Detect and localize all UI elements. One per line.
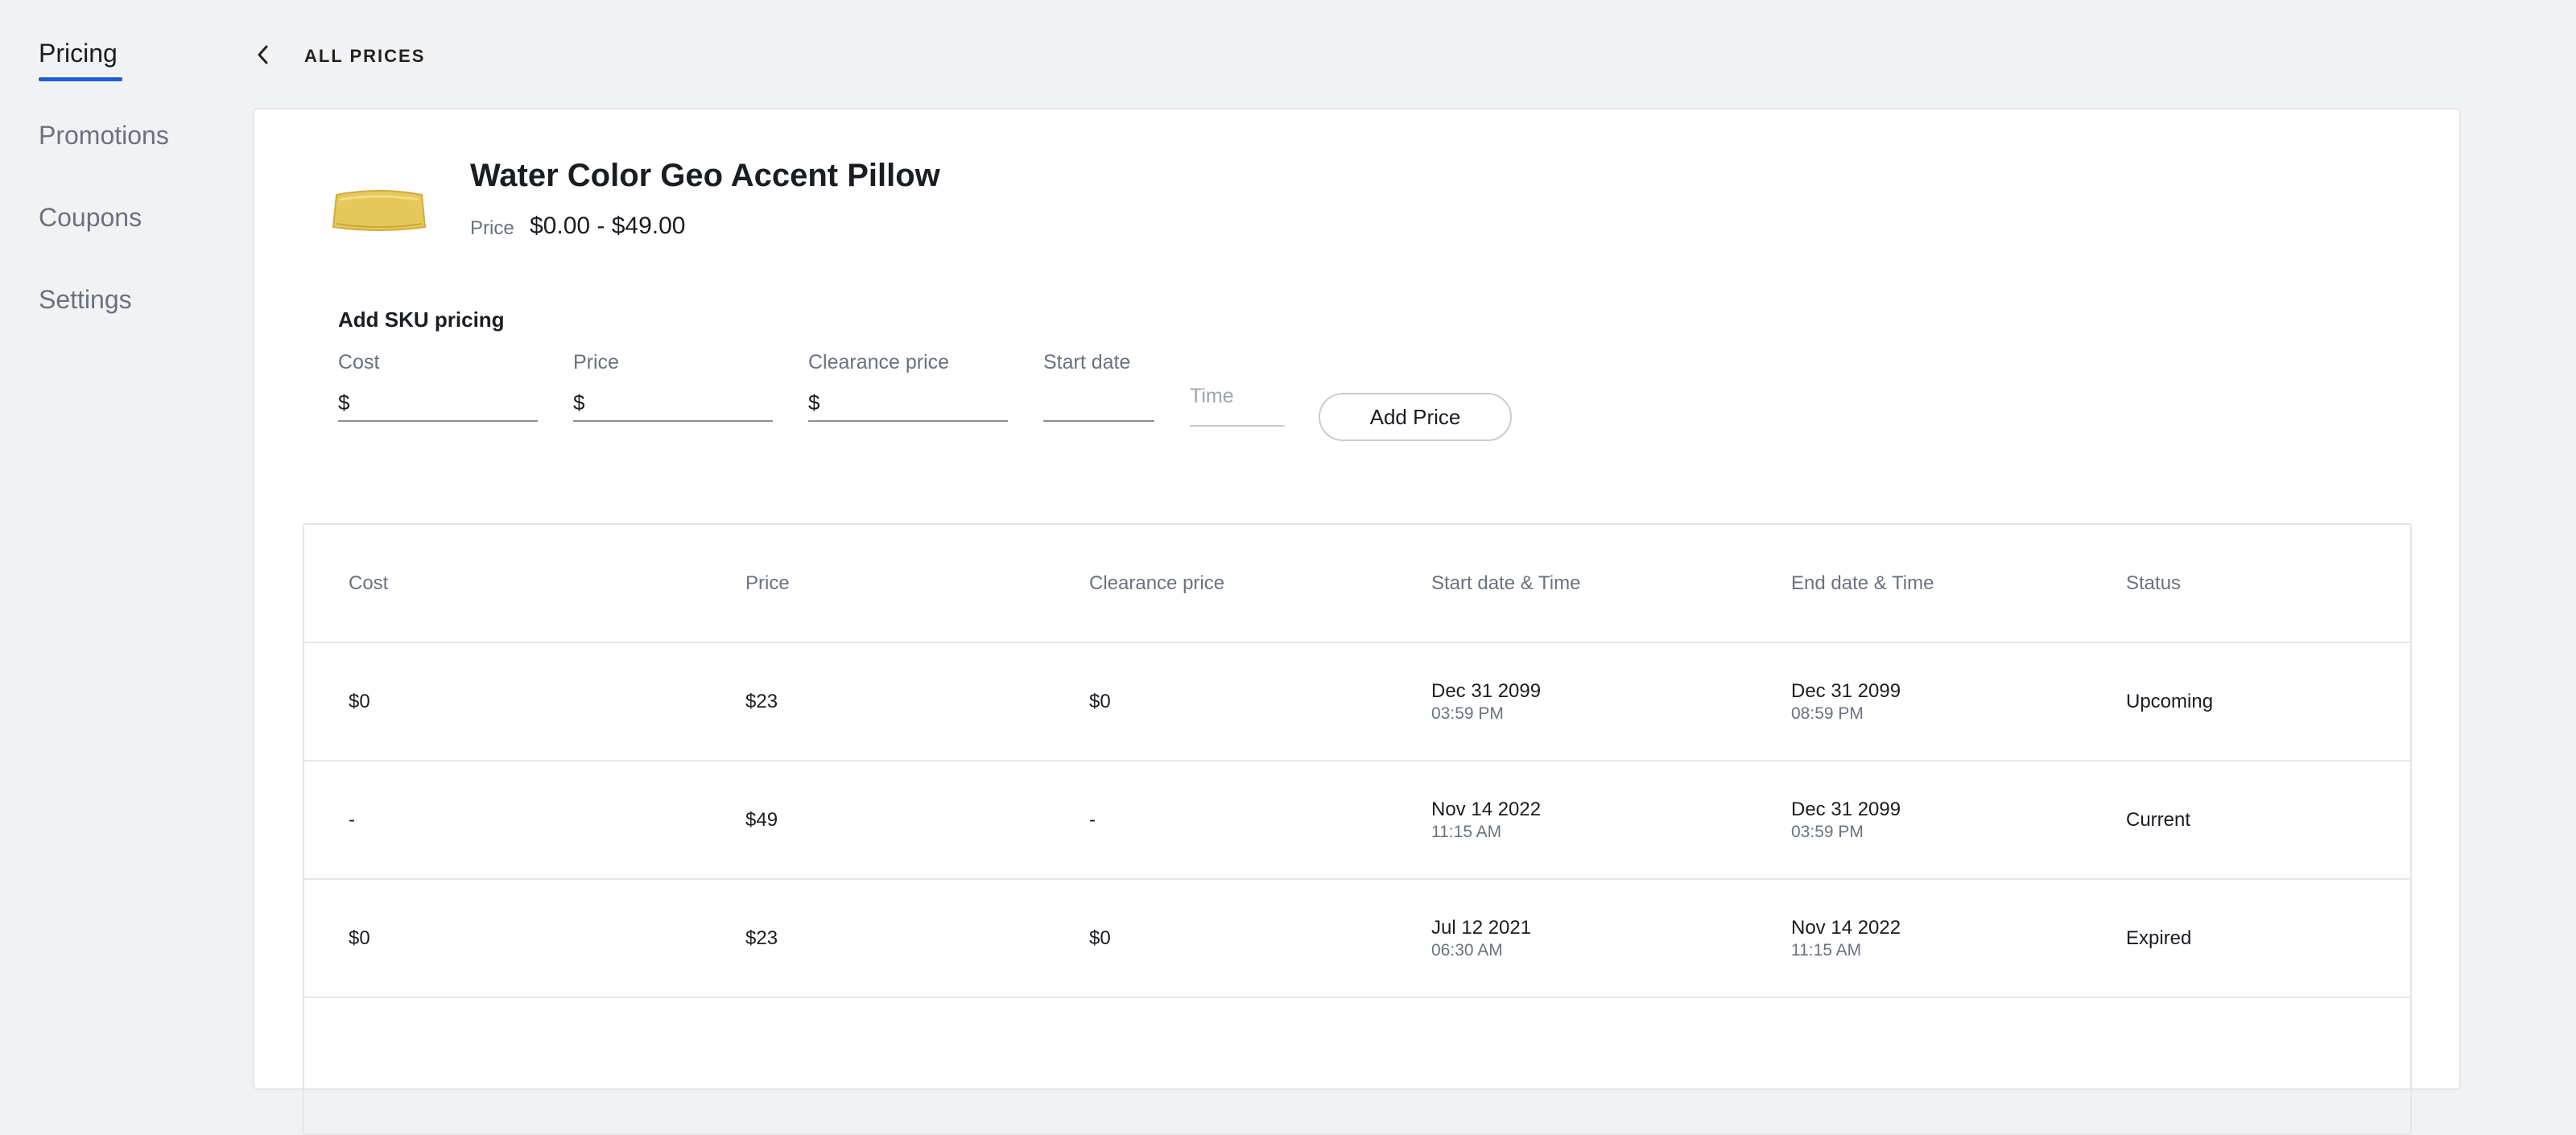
header-price: Price <box>745 572 790 594</box>
end-time: 11:15 AM <box>1791 940 1862 960</box>
cell-end-date-time: Dec 31 2099 08:59 PM <box>1791 643 1901 760</box>
cell-cost: - <box>349 808 355 831</box>
cell-end-date-time: Dec 31 2099 03:59 PM <box>1791 761 1901 878</box>
price-label: Price <box>470 217 514 239</box>
cell-status: Expired <box>2126 927 2192 949</box>
start-date: Nov 14 2022 <box>1431 798 1542 820</box>
start-date-field-label: Start date <box>1043 351 1131 374</box>
cell-status: Upcoming <box>2126 690 2214 712</box>
end-time: 03:59 PM <box>1791 822 1864 841</box>
add-sku-pricing-heading: Add SKU pricing <box>338 307 505 332</box>
start-time: 03:59 PM <box>1431 704 1504 723</box>
cell-start-date-time: Nov 14 2022 11:15 AM <box>1431 761 1541 878</box>
cell-cost: $0 <box>349 927 370 949</box>
end-time: 08:59 PM <box>1791 704 1864 723</box>
start-date-input[interactable] <box>1043 385 1154 422</box>
cell-clearance-price: - <box>1089 808 1096 831</box>
cell-price: $49 <box>745 808 778 831</box>
start-date: Jul 12 2021 <box>1431 916 1532 939</box>
sidebar-item-promotions[interactable]: Promotions <box>39 121 169 151</box>
time-placeholder: Time <box>1190 385 1234 407</box>
price-input[interactable]: $ <box>573 385 773 422</box>
end-date: Dec 31 2099 <box>1791 679 1901 702</box>
sidebar-item-settings[interactable]: Settings <box>39 285 132 315</box>
sku-pricing-table: Cost Price Clearance price Start date & … <box>303 523 2412 1135</box>
price-field-label: Price <box>573 351 619 374</box>
back-link-label: ALL PRICES <box>304 46 426 66</box>
header-end-date-time: End date & Time <box>1791 572 1934 594</box>
clearance-price-input[interactable]: $ <box>808 385 1008 422</box>
active-tab-indicator <box>39 77 122 81</box>
cell-price: $23 <box>745 690 778 712</box>
time-input[interactable]: Time <box>1190 385 1285 427</box>
header-cost: Cost <box>349 572 389 594</box>
table-row[interactable]: - $49 - Nov 14 2022 11:15 AM Dec 31 2099… <box>304 761 2410 880</box>
price-range: $0.00 - $49.00 <box>530 213 686 239</box>
cost-input[interactable]: $ <box>338 385 538 422</box>
cell-status: Current <box>2126 808 2191 831</box>
product-image <box>332 184 427 237</box>
cell-clearance-price: $0 <box>1089 690 1111 712</box>
add-price-button[interactable]: Add Price <box>1319 393 1512 441</box>
header-status: Status <box>2126 572 2182 594</box>
end-date: Dec 31 2099 <box>1791 798 1901 820</box>
back-to-all-prices-link[interactable]: ALL PRICES <box>254 40 425 72</box>
cost-field-label: Cost <box>338 351 380 374</box>
cell-clearance-price: $0 <box>1089 927 1111 949</box>
chevron-left-icon <box>254 43 272 71</box>
cell-start-date-time: Dec 31 2099 03:59 PM <box>1431 643 1541 760</box>
cell-cost: $0 <box>349 690 370 712</box>
sku-pricing-card: Water Color Geo Accent Pillow Price $0.0… <box>253 108 2461 1135</box>
table-row[interactable]: $0 $23 $0 Dec 31 2099 03:59 PM Dec 31 20… <box>304 643 2410 761</box>
table-row[interactable]: $0 $23 $0 Jul 12 2021 06:30 AM Nov 14 20… <box>304 880 2410 998</box>
cell-price: $23 <box>745 927 778 949</box>
start-date: Dec 31 2099 <box>1431 679 1542 702</box>
sidebar-item-pricing[interactable]: Pricing <box>39 39 118 68</box>
clearance-price-field-label: Clearance price <box>808 351 950 374</box>
header-clearance-price: Clearance price <box>1089 572 1225 594</box>
product-title: Water Color Geo Accent Pillow <box>470 158 940 193</box>
header-start-date-time: Start date & Time <box>1431 572 1581 594</box>
end-date: Nov 14 2022 <box>1791 916 1901 939</box>
sidebar-item-coupons[interactable]: Coupons <box>39 203 142 233</box>
table-header-row: Cost Price Clearance price Start date & … <box>304 525 2410 643</box>
start-time: 11:15 AM <box>1431 822 1502 841</box>
cell-start-date-time: Jul 12 2021 06:30 AM <box>1431 880 1531 997</box>
cell-end-date-time: Nov 14 2022 11:15 AM <box>1791 880 1901 997</box>
start-time: 06:30 AM <box>1431 940 1503 960</box>
